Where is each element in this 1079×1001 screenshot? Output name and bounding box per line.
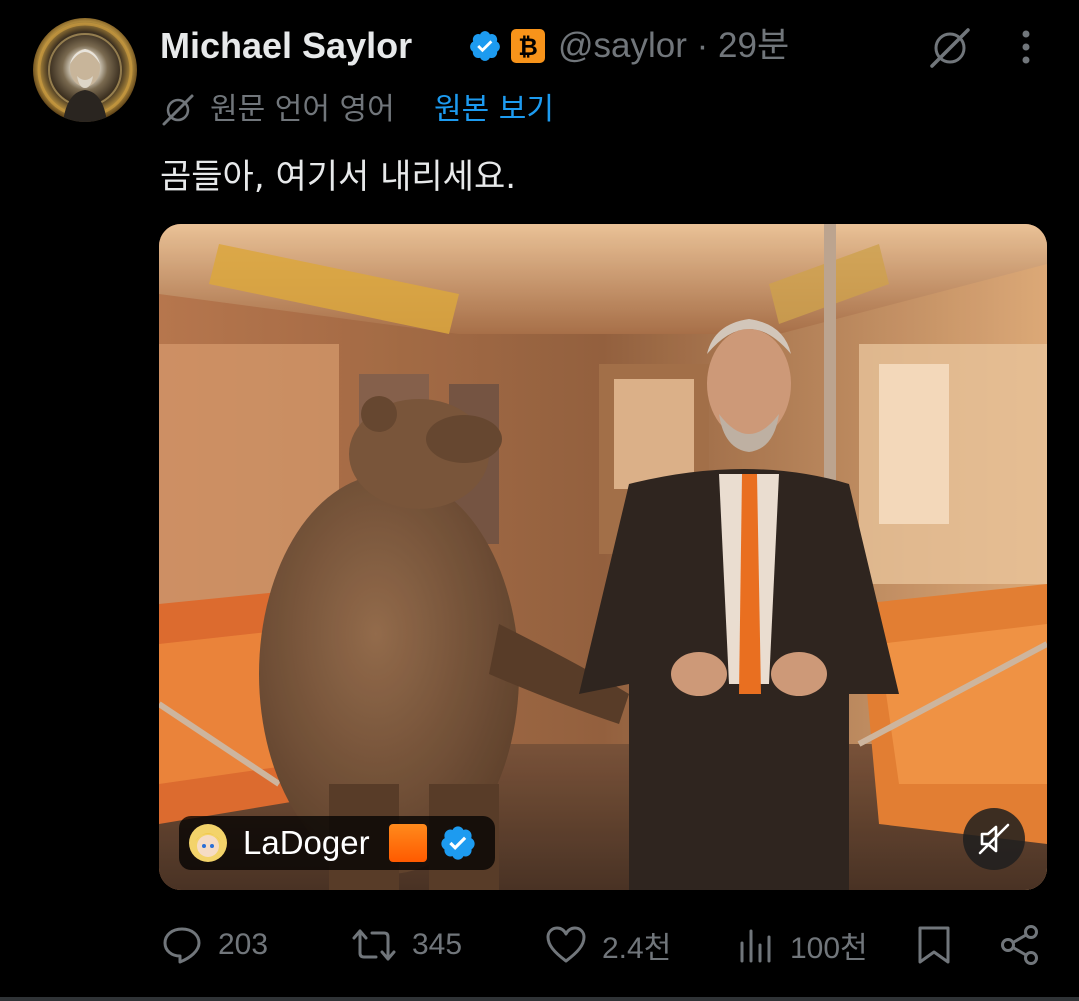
views-button[interactable]: 100천 — [736, 920, 868, 970]
author-name[interactable]: Michael Saylor — [160, 22, 412, 70]
reply-count: 203 — [218, 928, 269, 961]
reply-icon — [163, 927, 201, 964]
like-button[interactable]: 2.4천 — [544, 920, 671, 970]
author-avatar[interactable] — [33, 18, 137, 122]
bitcoin-badge-icon: ₿ — [511, 29, 545, 63]
grok-icon[interactable] — [926, 24, 974, 72]
orange-square-icon — [389, 824, 427, 862]
share-icon — [1001, 925, 1038, 965]
separator-dot: · — [696, 26, 709, 65]
bookmark-icon — [918, 926, 950, 964]
bookmark-button[interactable] — [912, 920, 956, 970]
reply-button[interactable]: 203 — [160, 920, 268, 970]
like-count: 2.4천 — [602, 932, 672, 965]
svg-text:₿: ₿ — [518, 33, 538, 61]
video-frame — [159, 224, 1047, 890]
video-credit-chip[interactable]: LaDoger — [179, 816, 495, 870]
author-handle-time[interactable]: @saylor · 29분 — [558, 22, 789, 70]
views-count: 100천 — [790, 932, 868, 965]
author-handle[interactable]: @saylor — [558, 26, 687, 65]
credit-avatar — [189, 824, 227, 862]
mute-button[interactable] — [963, 808, 1025, 870]
repost-button[interactable]: 345 — [350, 920, 462, 970]
tweet-text: 곰들아, 여기서 내리세요. — [160, 157, 517, 197]
divider — [0, 997, 1079, 1001]
credit-verified-icon — [441, 826, 475, 860]
tweet-video[interactable]: LaDoger — [159, 224, 1047, 890]
post-time[interactable]: 29분 — [718, 26, 789, 65]
show-original-link[interactable]: 원본 보기 — [434, 88, 554, 132]
more-options-icon[interactable] — [1008, 24, 1044, 70]
repost-count: 345 — [412, 928, 463, 961]
share-button[interactable] — [998, 920, 1042, 970]
translation-note: 원문 언어 영어 — [210, 92, 395, 127]
verified-badge-icon — [470, 31, 500, 61]
translate-icon — [162, 94, 194, 126]
speaker-muted-icon — [978, 823, 1010, 855]
views-chart-icon — [740, 929, 771, 963]
credit-name[interactable]: LaDoger — [243, 822, 370, 864]
heart-icon — [546, 926, 586, 963]
repost-icon — [352, 929, 396, 961]
